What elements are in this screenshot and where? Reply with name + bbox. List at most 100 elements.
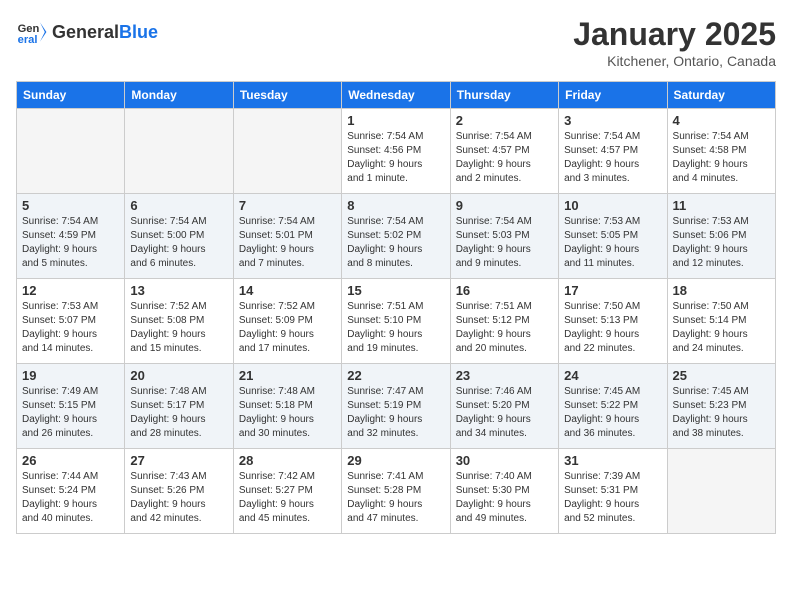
day-info: Sunrise: 7:44 AM Sunset: 5:24 PM Dayligh… xyxy=(22,470,119,526)
calendar-day-cell: 1Sunrise: 7:54 AM Sunset: 4:56 PM Daylig… xyxy=(342,109,450,194)
day-number: 6 xyxy=(130,198,227,213)
calendar-day-cell: 4 Sunrise: 7:54 AM Sunset: 4:58 PM Daylig… xyxy=(667,109,775,194)
calendar-day-cell: 10 Sunrise: 7:53 AM Sunset: 5:05 PM Dayli… xyxy=(559,194,667,279)
day-info: Sunrise: 7:53 AM Sunset: 5:05 PM Dayligh… xyxy=(564,215,661,271)
calendar-day-cell: 31 Sunrise: 7:39 AM Sunset: 5:31 PM Dayli… xyxy=(559,449,667,534)
day-info: Sunrise: 7:45 AM Sunset: 5:22 PM Dayligh… xyxy=(564,385,661,441)
calendar-day-cell: 20 Sunrise: 7:48 AM Sunset: 5:17 PM Dayli… xyxy=(125,364,233,449)
calendar-day-cell: 22 Sunrise: 7:47 AM Sunset: 5:19 PM Dayli… xyxy=(342,364,450,449)
title-block: January 2025 Kitchener, Ontario, Canada xyxy=(573,16,776,69)
calendar-day-cell: 28 Sunrise: 7:42 AM Sunset: 5:27 PM Dayli… xyxy=(233,449,341,534)
day-number: 26 xyxy=(22,453,119,468)
day-info: Sunrise: 7:53 AM Sunset: 5:07 PM Dayligh… xyxy=(22,300,119,356)
calendar-week-row: 1Sunrise: 7:54 AM Sunset: 4:56 PM Daylig… xyxy=(17,109,776,194)
calendar-week-row: 12 Sunrise: 7:53 AM Sunset: 5:07 PM Dayli… xyxy=(17,279,776,364)
calendar-day-cell: 14 Sunrise: 7:52 AM Sunset: 5:09 PM Dayli… xyxy=(233,279,341,364)
day-number: 31 xyxy=(564,453,661,468)
calendar-day-cell: 7Sunrise: 7:54 AM Sunset: 5:01 PM Daylig… xyxy=(233,194,341,279)
day-info: Sunrise: 7:54 AM Sunset: 4:57 PM Dayligh… xyxy=(456,130,553,186)
calendar-day-cell: 24 Sunrise: 7:45 AM Sunset: 5:22 PM Dayli… xyxy=(559,364,667,449)
calendar-day-cell: 17 Sunrise: 7:50 AM Sunset: 5:13 PM Dayli… xyxy=(559,279,667,364)
calendar-empty-cell xyxy=(667,449,775,534)
svg-text:Gen: Gen xyxy=(18,23,40,35)
calendar-empty-cell xyxy=(17,109,125,194)
logo: Gen eral GeneralBlue xyxy=(16,16,158,48)
day-header: Saturday xyxy=(667,82,775,109)
calendar-header-row: SundayMondayTuesdayWednesdayThursdayFrid… xyxy=(17,82,776,109)
day-header: Monday xyxy=(125,82,233,109)
day-number: 14 xyxy=(239,283,336,298)
day-info: Sunrise: 7:51 AM Sunset: 5:10 PM Dayligh… xyxy=(347,300,444,356)
day-info: Sunrise: 7:48 AM Sunset: 5:18 PM Dayligh… xyxy=(239,385,336,441)
calendar-week-row: 5 Sunrise: 7:54 AM Sunset: 4:59 PM Daylig… xyxy=(17,194,776,279)
calendar-day-cell: 19Sunrise: 7:49 AM Sunset: 5:15 PM Dayli… xyxy=(17,364,125,449)
day-info: Sunrise: 7:52 AM Sunset: 5:09 PM Dayligh… xyxy=(239,300,336,356)
page-header: Gen eral GeneralBlue January 2025 Kitche… xyxy=(16,16,776,69)
calendar-day-cell: 25 Sunrise: 7:45 AM Sunset: 5:23 PM Dayli… xyxy=(667,364,775,449)
calendar-empty-cell xyxy=(125,109,233,194)
calendar-day-cell: 26 Sunrise: 7:44 AM Sunset: 5:24 PM Dayli… xyxy=(17,449,125,534)
day-header: Friday xyxy=(559,82,667,109)
day-info: Sunrise: 7:41 AM Sunset: 5:28 PM Dayligh… xyxy=(347,470,444,526)
logo-icon: Gen eral xyxy=(16,16,48,48)
day-number: 2 xyxy=(456,113,553,128)
day-header: Tuesday xyxy=(233,82,341,109)
day-number: 29 xyxy=(347,453,444,468)
day-info: Sunrise: 7:54 AM Sunset: 5:00 PM Dayligh… xyxy=(130,215,227,271)
day-info: Sunrise: 7:39 AM Sunset: 5:31 PM Dayligh… xyxy=(564,470,661,526)
day-info: Sunrise: 7:53 AM Sunset: 5:06 PM Dayligh… xyxy=(673,215,770,271)
day-info: Sunrise: 7:50 AM Sunset: 5:14 PM Dayligh… xyxy=(673,300,770,356)
day-number: 13 xyxy=(130,283,227,298)
day-number: 9 xyxy=(456,198,553,213)
day-number: 25 xyxy=(673,368,770,383)
calendar-day-cell: 8 Sunrise: 7:54 AM Sunset: 5:02 PM Daylig… xyxy=(342,194,450,279)
day-number: 1 xyxy=(347,113,444,128)
day-number: 11 xyxy=(673,198,770,213)
calendar-day-cell: 13 Sunrise: 7:52 AM Sunset: 5:08 PM Dayli… xyxy=(125,279,233,364)
calendar-day-cell: 15 Sunrise: 7:51 AM Sunset: 5:10 PM Dayli… xyxy=(342,279,450,364)
day-info: Sunrise: 7:47 AM Sunset: 5:19 PM Dayligh… xyxy=(347,385,444,441)
day-info: Sunrise: 7:46 AM Sunset: 5:20 PM Dayligh… xyxy=(456,385,553,441)
calendar-week-row: 26 Sunrise: 7:44 AM Sunset: 5:24 PM Dayli… xyxy=(17,449,776,534)
day-number: 4 xyxy=(673,113,770,128)
day-number: 28 xyxy=(239,453,336,468)
day-number: 22 xyxy=(347,368,444,383)
day-number: 10 xyxy=(564,198,661,213)
day-info: Sunrise: 7:48 AM Sunset: 5:17 PM Dayligh… xyxy=(130,385,227,441)
day-number: 16 xyxy=(456,283,553,298)
calendar-day-cell: 27Sunrise: 7:43 AM Sunset: 5:26 PM Dayli… xyxy=(125,449,233,534)
calendar-day-cell: 3Sunrise: 7:54 AM Sunset: 4:57 PM Daylig… xyxy=(559,109,667,194)
day-header: Wednesday xyxy=(342,82,450,109)
calendar-day-cell: 30Sunrise: 7:40 AM Sunset: 5:30 PM Dayli… xyxy=(450,449,558,534)
day-header: Thursday xyxy=(450,82,558,109)
logo-text: GeneralBlue xyxy=(52,23,158,41)
day-number: 30 xyxy=(456,453,553,468)
calendar-day-cell: 2 Sunrise: 7:54 AM Sunset: 4:57 PM Daylig… xyxy=(450,109,558,194)
day-info: Sunrise: 7:52 AM Sunset: 5:08 PM Dayligh… xyxy=(130,300,227,356)
day-number: 8 xyxy=(347,198,444,213)
day-number: 19 xyxy=(22,368,119,383)
day-number: 12 xyxy=(22,283,119,298)
day-number: 15 xyxy=(347,283,444,298)
calendar-day-cell: 16Sunrise: 7:51 AM Sunset: 5:12 PM Dayli… xyxy=(450,279,558,364)
day-number: 7 xyxy=(239,198,336,213)
day-info: Sunrise: 7:54 AM Sunset: 4:59 PM Dayligh… xyxy=(22,215,119,271)
day-info: Sunrise: 7:42 AM Sunset: 5:27 PM Dayligh… xyxy=(239,470,336,526)
calendar-week-row: 19Sunrise: 7:49 AM Sunset: 5:15 PM Dayli… xyxy=(17,364,776,449)
calendar-day-cell: 18 Sunrise: 7:50 AM Sunset: 5:14 PM Dayli… xyxy=(667,279,775,364)
calendar-day-cell: 21Sunrise: 7:48 AM Sunset: 5:18 PM Dayli… xyxy=(233,364,341,449)
day-info: Sunrise: 7:54 AM Sunset: 4:58 PM Dayligh… xyxy=(673,130,770,186)
day-number: 17 xyxy=(564,283,661,298)
day-number: 18 xyxy=(673,283,770,298)
calendar-day-cell: 29 Sunrise: 7:41 AM Sunset: 5:28 PM Dayli… xyxy=(342,449,450,534)
month-title: January 2025 xyxy=(573,16,776,53)
day-number: 24 xyxy=(564,368,661,383)
day-info: Sunrise: 7:54 AM Sunset: 5:02 PM Dayligh… xyxy=(347,215,444,271)
day-info: Sunrise: 7:50 AM Sunset: 5:13 PM Dayligh… xyxy=(564,300,661,356)
day-info: Sunrise: 7:45 AM Sunset: 5:23 PM Dayligh… xyxy=(673,385,770,441)
day-number: 20 xyxy=(130,368,227,383)
calendar-day-cell: 23 Sunrise: 7:46 AM Sunset: 5:20 PM Dayli… xyxy=(450,364,558,449)
day-number: 5 xyxy=(22,198,119,213)
calendar-day-cell: 6 Sunrise: 7:54 AM Sunset: 5:00 PM Daylig… xyxy=(125,194,233,279)
day-number: 23 xyxy=(456,368,553,383)
